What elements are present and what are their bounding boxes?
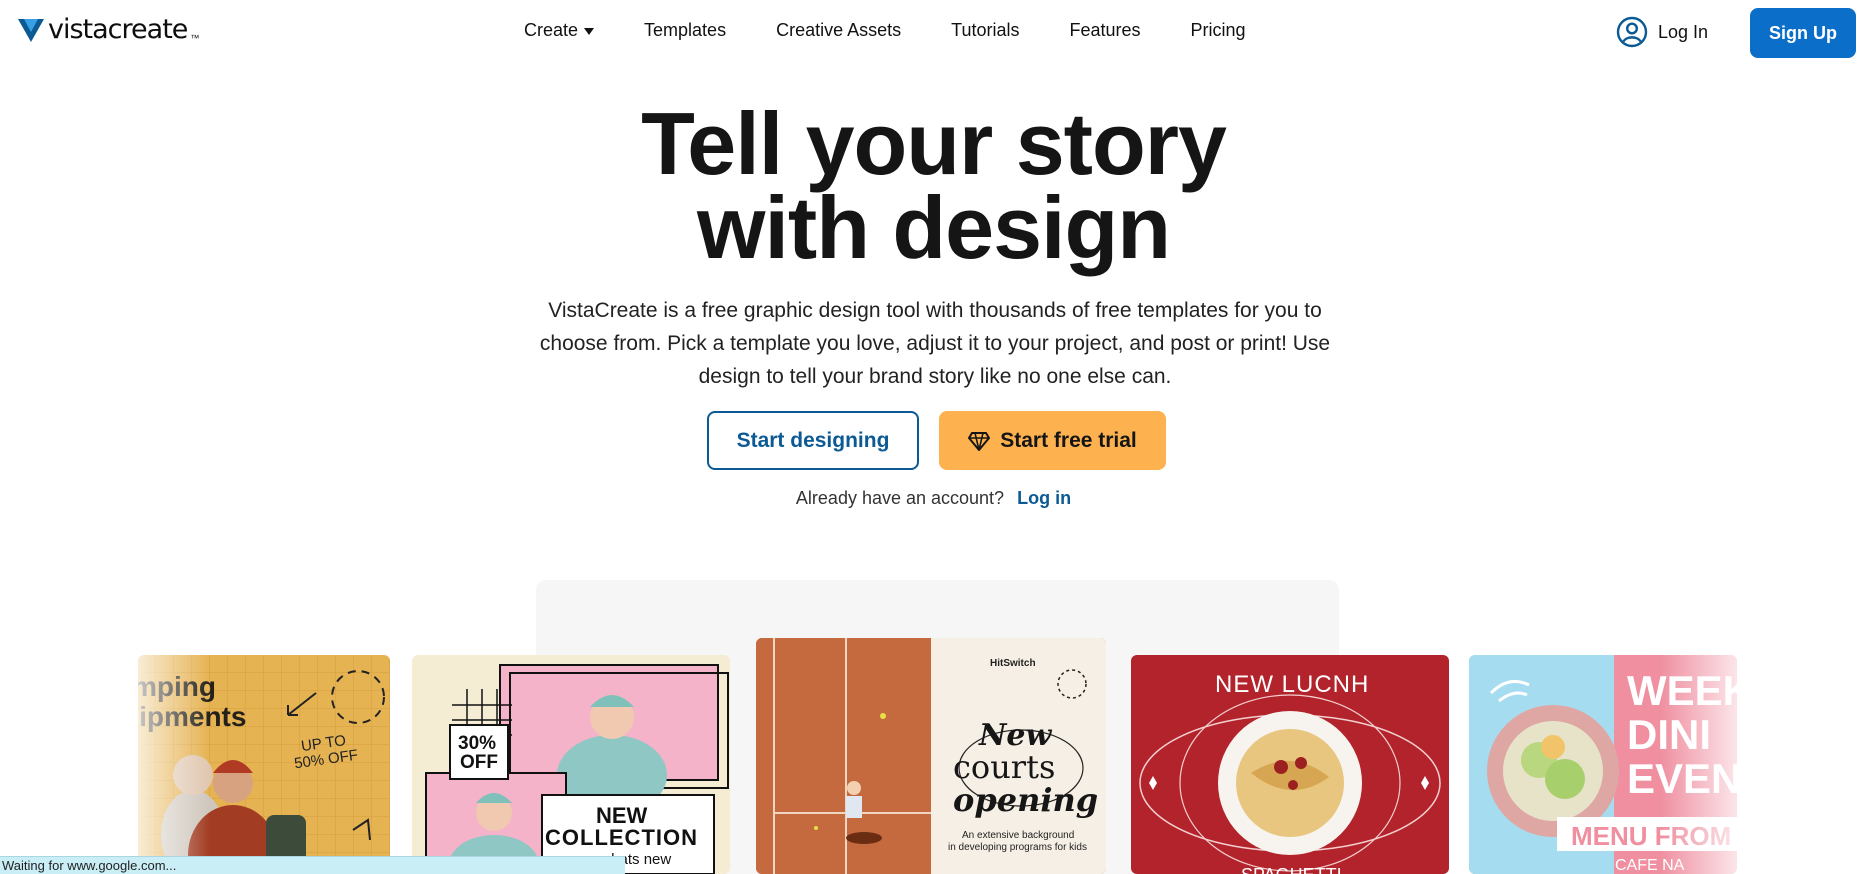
card2-badge-2: OFF: [460, 752, 498, 773]
card3-line3: opening: [953, 781, 1099, 819]
nav-item-label: Templates: [644, 20, 727, 40]
nav-item-label: Tutorials: [951, 20, 1020, 40]
account-prompt-text: Already have an account?: [795, 488, 1005, 508]
hero-title: Tell your story with design: [0, 100, 1867, 272]
account-prompt: Already have an account? Log in: [0, 488, 1867, 509]
login-label: Log In: [1658, 21, 1709, 42]
hero-description: VistaCreate is a free graphic design too…: [539, 299, 1331, 388]
card3-sub2: in developing programs for kids: [948, 842, 1087, 853]
nav-item-tutorials[interactable]: Tutorials: [951, 20, 1019, 41]
nav-item-pricing[interactable]: Pricing: [1191, 20, 1246, 41]
login-link[interactable]: Log In: [1616, 16, 1708, 48]
nav-item-features[interactable]: Features: [1070, 20, 1141, 41]
start-free-trial-button[interactable]: Start free trial: [939, 411, 1166, 470]
template-card-new-collection[interactable]: 30% OFF NEW COLLECTION see whats new: [412, 655, 730, 874]
carousel-fade-left: [120, 650, 210, 874]
nav-item-label: Pricing: [1190, 20, 1246, 40]
start-designing-button[interactable]: Start designing: [707, 411, 919, 470]
nav-item-create[interactable]: Create: [524, 20, 595, 41]
brand-tm: ™: [190, 32, 200, 43]
nav-item-label: Creative Assets: [776, 20, 902, 40]
card2-heading-2: COLLECTION: [545, 825, 698, 850]
diamond-icon: [968, 431, 991, 451]
card3-brand: HitSwitch: [990, 658, 1036, 669]
site-header: vistacreate ™ Create Templates Creative …: [0, 0, 1867, 66]
brand-logo[interactable]: vistacreate ™: [16, 14, 199, 45]
card4-heading: NEW LUCNH: [1215, 671, 1370, 698]
account-login-link[interactable]: Log in: [1017, 488, 1071, 508]
browser-status-bar: Waiting for www.google.com...: [0, 856, 625, 874]
start-free-trial-label: Start free trial: [1000, 428, 1137, 452]
main-nav: Create Templates Creative Assets Tutoria…: [524, 20, 1296, 41]
brand-name: vistacreate: [48, 14, 188, 45]
nav-item-creative-assets[interactable]: Creative Assets: [776, 20, 901, 41]
template-card-new-lunch[interactable]: NEW LUCNH SPAGHETTI: [1131, 655, 1449, 874]
card4-footer: SPAGHETTI: [1241, 865, 1342, 874]
template-card-new-courts[interactable]: HitSwitch New courts opening An extensiv…: [756, 638, 1106, 874]
nav-item-label: Features: [1069, 20, 1141, 40]
vistacreate-logo-icon: [18, 18, 44, 42]
carousel-fade-right: [1660, 650, 1760, 874]
nav-item-label: Create: [524, 20, 579, 40]
caret-down-icon: [584, 28, 595, 35]
nav-item-templates[interactable]: Templates: [644, 20, 726, 41]
card3-sub1: An extensive background: [962, 830, 1075, 841]
signup-button[interactable]: Sign Up: [1750, 8, 1856, 58]
hero-title-line2: with design: [697, 178, 1171, 277]
user-circle-icon: [1616, 16, 1648, 48]
